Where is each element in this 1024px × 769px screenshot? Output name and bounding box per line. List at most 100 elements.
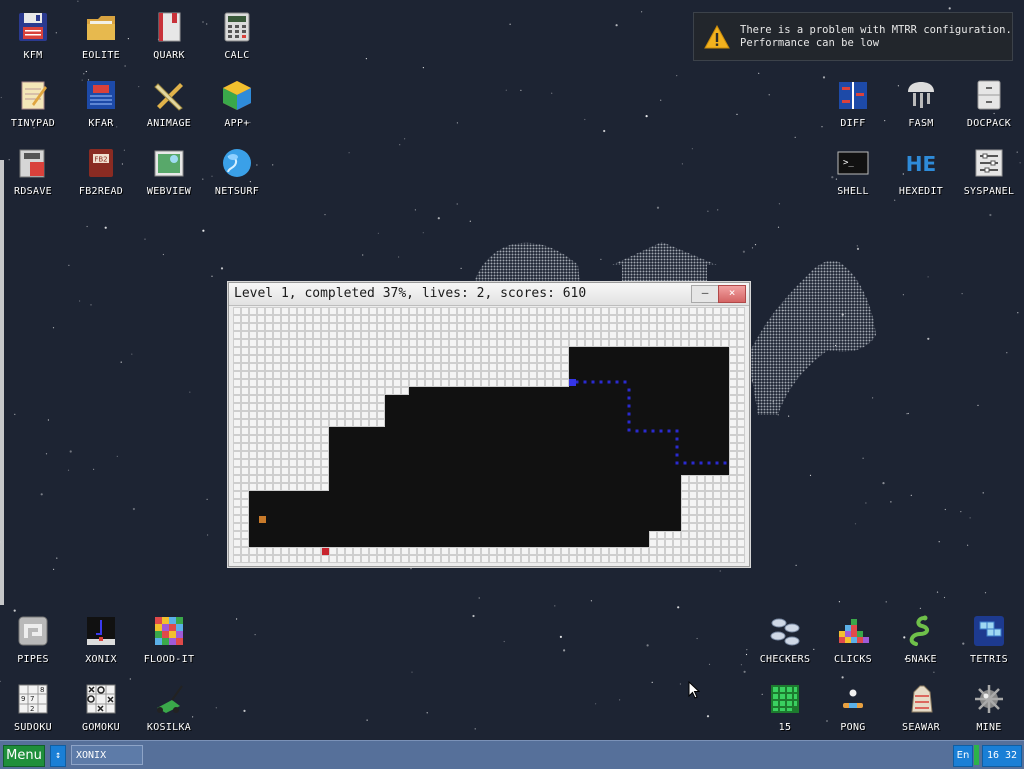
desktop-icon-label: CALC: [224, 50, 250, 61]
fifteen-icon: [768, 682, 802, 716]
svg-text:9: 9: [21, 695, 25, 703]
desktop-icon-fasm[interactable]: FASM: [887, 70, 955, 136]
desktop-icon-label: CHECKERS: [759, 654, 811, 665]
mouse-cursor-icon: [688, 681, 700, 699]
notepad-icon: [16, 78, 50, 112]
globe-icon: [220, 146, 254, 180]
window-switch-button[interactable]: ↕: [50, 745, 66, 767]
desktop-icon-label: ANIMAGE: [146, 118, 192, 129]
menu-button[interactable]: Menu: [3, 745, 45, 767]
notification-line-1: There is a problem with MTRR configurati…: [740, 23, 1012, 36]
desktop-icon-flood-it[interactable]: FLOOD-IT: [135, 606, 203, 672]
desktop-icon-label: SYSPANEL: [963, 186, 1015, 197]
desktop-icon-pipes[interactable]: PIPES: [0, 606, 67, 672]
desktop-icon-tinypad[interactable]: TINYPAD: [0, 70, 67, 136]
snake-icon: [904, 614, 938, 648]
taskbar-item-xonix[interactable]: XONIX: [71, 745, 143, 765]
desktop-icon-label: DOCPACK: [966, 118, 1012, 129]
desktop-icon-label: FB2READ: [78, 186, 124, 197]
desktop-icon-netsurf[interactable]: NETSURF: [203, 138, 271, 204]
svg-text:7: 7: [30, 695, 34, 703]
minimize-button[interactable]: –: [691, 285, 719, 303]
desktop-icon-syspanel[interactable]: SYSPANEL: [955, 138, 1023, 204]
desktop-icon-label: MINE: [976, 722, 1002, 733]
desktop-icon-label: PIPES: [17, 654, 49, 665]
fasm-icon: [904, 78, 938, 112]
pipes-icon: [16, 614, 50, 648]
diff-icon: [836, 78, 870, 112]
desktop-icon-label: SUDOKU: [14, 722, 52, 733]
left-panel-edge: [0, 160, 4, 605]
desktop-icon-eolite[interactable]: EOLITE: [67, 2, 135, 68]
desktop-icon-calc[interactable]: CALC: [203, 2, 271, 68]
desktop-icon-label: APP+: [224, 118, 250, 129]
desktop-icon-label: TETRIS: [970, 654, 1008, 665]
desktop-icon-label: GOMOKU: [82, 722, 120, 733]
mine-icon: [972, 682, 1006, 716]
sliders-icon: [972, 146, 1006, 180]
desktop-icon-fb2read[interactable]: FB2 FB2READ: [67, 138, 135, 204]
desktop-icon-label: SNAKE: [905, 654, 937, 665]
desktop-icon-animage[interactable]: ANIMAGE: [135, 70, 203, 136]
close-button[interactable]: ×: [718, 285, 746, 303]
desktop-icon-pong[interactable]: PONG: [819, 674, 887, 740]
desktop-icon-15[interactable]: 15: [751, 674, 819, 740]
cabinet-icon: [972, 78, 1006, 112]
floppy-icon: [16, 10, 50, 44]
desktop-icon-clicks[interactable]: CLICKS: [819, 606, 887, 672]
desktop-icon-diff[interactable]: DIFF: [819, 70, 887, 136]
desktop-icon-label: SHELL: [837, 186, 869, 197]
desktop-icon-label: EOLITE: [82, 50, 120, 61]
desktop-icon-webview[interactable]: WEBVIEW: [135, 138, 203, 204]
tetris-icon: [972, 614, 1006, 648]
wallpaper-tree-right: [748, 260, 876, 415]
xonix-game-field[interactable]: [233, 307, 745, 563]
desktop-icon-label: KOSILKA: [146, 722, 192, 733]
desktop-icon-label: SEAWAR: [902, 722, 940, 733]
window-title: Level 1, completed 37%, lives: 2, scores…: [234, 286, 587, 301]
terminal-icon: >_: [836, 146, 870, 180]
desktop-icon-seawar[interactable]: SEAWAR: [887, 674, 955, 740]
desktop-icon-label: QUARK: [153, 50, 185, 61]
desktop-icon-kfar[interactable]: KFAR: [67, 70, 135, 136]
desktop-icon-rdsave[interactable]: RDSAVE: [0, 138, 67, 204]
lawnmower-icon: [152, 682, 186, 716]
desktop-icon-checkers[interactable]: CHECKERS: [751, 606, 819, 672]
desktop-icon-label: FASM: [908, 118, 934, 129]
svg-text:HE: HE: [906, 152, 936, 176]
desktop-icon-label: 15: [778, 722, 792, 733]
clock[interactable]: 16 32: [982, 745, 1022, 767]
window-titlebar[interactable]: Level 1, completed 37%, lives: 2, scores…: [229, 283, 749, 306]
folder-icon: [84, 10, 118, 44]
desktop-icon-gomoku[interactable]: GOMOKU: [67, 674, 135, 740]
desktop-icon-snake[interactable]: SNAKE: [887, 606, 955, 672]
desktop-icon-label: NETSURF: [214, 186, 260, 197]
book-icon: [152, 10, 186, 44]
desktop-icon-xonix[interactable]: XONIX: [67, 606, 135, 672]
desktop-icon-sudoku[interactable]: 8 9 7 2 SUDOKU: [0, 674, 67, 740]
pencil-ruler-icon: [152, 78, 186, 112]
desktop-icon-shell[interactable]: >_ SHELL: [819, 138, 887, 204]
language-indicator[interactable]: En: [953, 745, 973, 767]
border-enemy: [322, 548, 329, 555]
xonix-icon: [84, 614, 118, 648]
desktop-icon-tetris[interactable]: TETRIS: [955, 606, 1023, 672]
mtrr-warning-notification[interactable]: There is a problem with MTRR configurati…: [693, 12, 1013, 61]
desktop-icon-label: RDSAVE: [14, 186, 52, 197]
gomoku-icon: [84, 682, 118, 716]
xonix-window[interactable]: Level 1, completed 37%, lives: 2, scores…: [228, 282, 750, 567]
desktop-icon-kfm[interactable]: KFM: [0, 2, 67, 68]
desktop-icon-label: DIFF: [840, 118, 866, 129]
desktop-icon-mine[interactable]: MINE: [955, 674, 1023, 740]
desktop-icon-kosilka[interactable]: KOSILKA: [135, 674, 203, 740]
desktop-icon-hexedit[interactable]: HE HEXEDIT: [887, 138, 955, 204]
calculator-icon: [220, 10, 254, 44]
desktop-icon-label: PONG: [840, 722, 866, 733]
desktop-icon-app[interactable]: APP+: [203, 70, 271, 136]
rdsave-icon: [16, 146, 50, 180]
hexedit-icon: HE: [904, 146, 938, 180]
player-marker: [569, 379, 576, 386]
warning-icon: [704, 24, 730, 48]
desktop-icon-docpack[interactable]: DOCPACK: [955, 70, 1023, 136]
desktop-icon-quark[interactable]: QUARK: [135, 2, 203, 68]
